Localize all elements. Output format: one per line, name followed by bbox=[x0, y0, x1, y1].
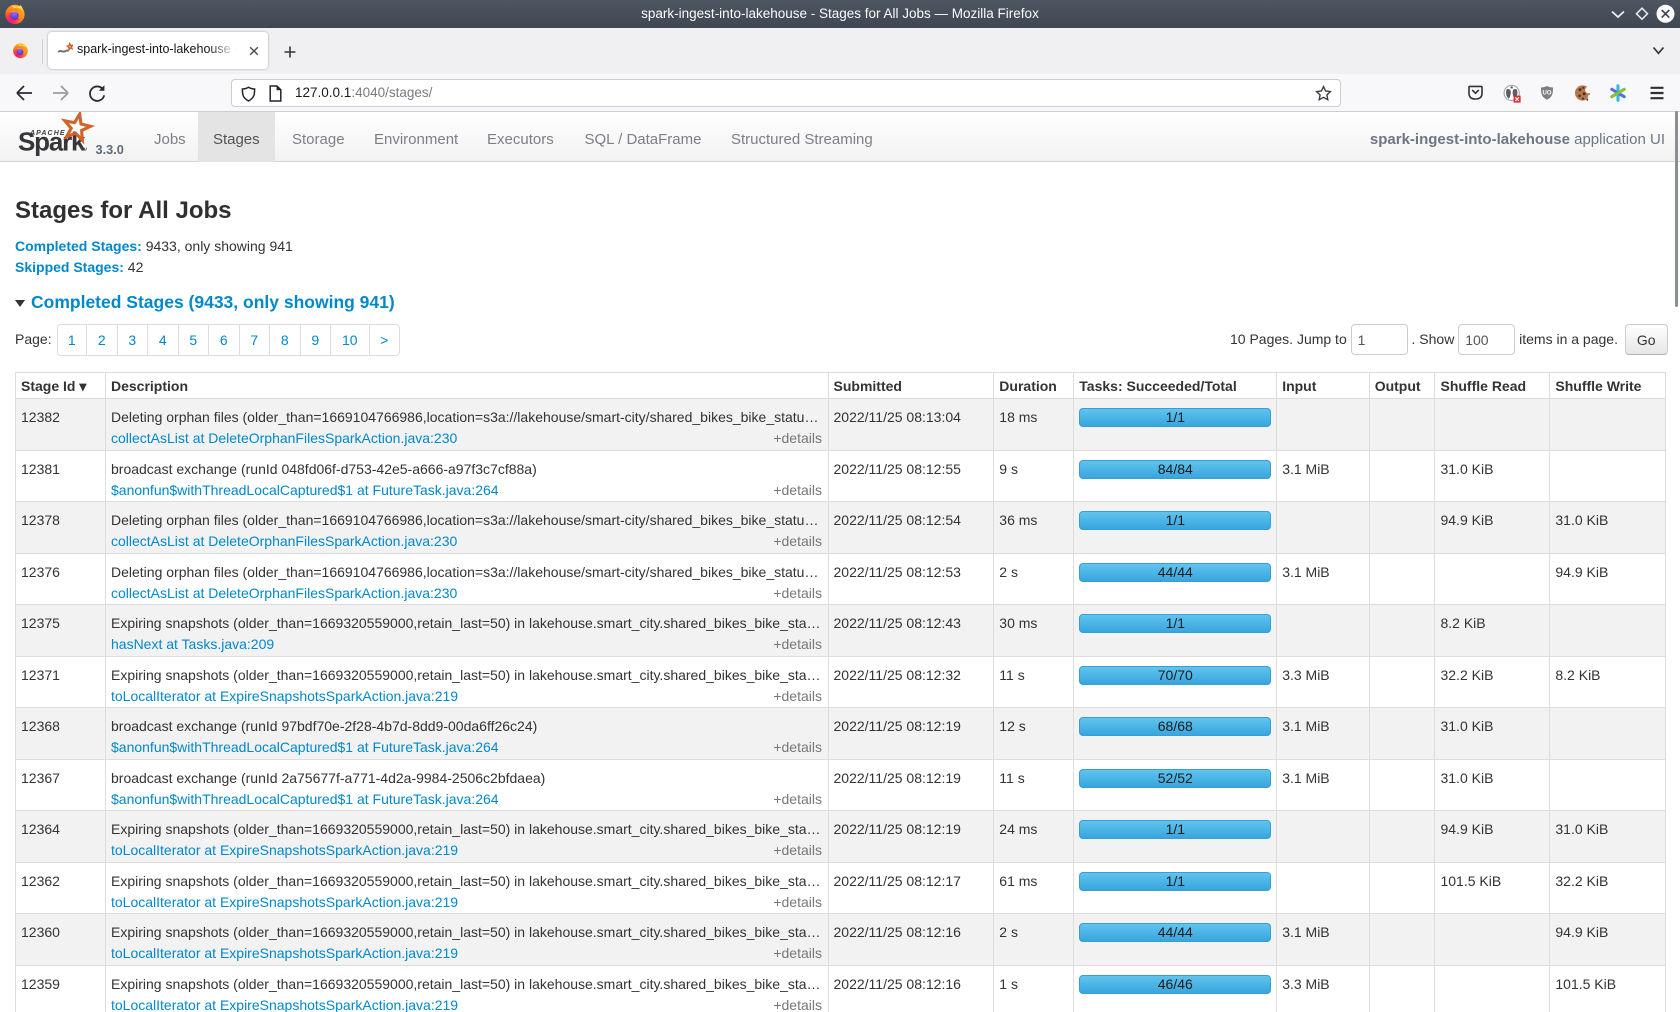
svg-text:Spark: Spark bbox=[18, 127, 86, 157]
svg-text:TM: TM bbox=[81, 146, 88, 152]
svg-text:UO: UO bbox=[1543, 90, 1552, 96]
